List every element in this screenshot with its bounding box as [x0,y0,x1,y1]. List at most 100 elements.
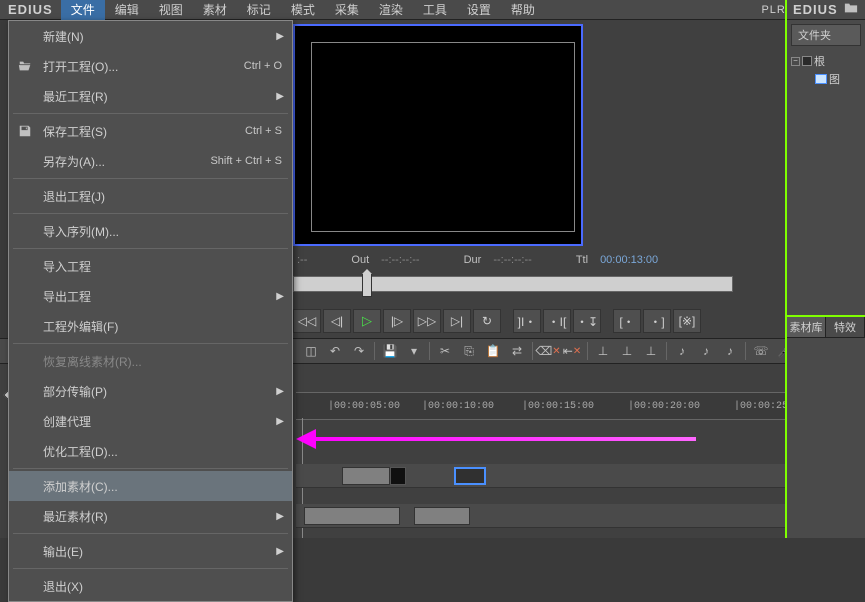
ruler-tick: |00:00:15:00 [522,401,594,412]
preview-panel: :-- Out --:--:--:-- Dur --:--:--:-- Ttl … [293,20,785,338]
menu-marker[interactable]: 标记 [237,0,281,20]
step-forward-button[interactable]: |▷ [383,309,411,333]
folder-tree: − 根 图 [787,46,865,94]
menu-output[interactable]: 输出(E)▶ [9,536,292,566]
menu-export-project[interactable]: 导出工程▶ [9,281,292,311]
menu-render[interactable]: 渲染 [369,0,413,20]
tool-button-1[interactable]: [・ [613,309,641,333]
menu-separator [13,113,288,114]
audio-track-1[interactable] [296,504,865,528]
ripple-button[interactable]: ⇄ [506,341,528,361]
sequence-icon[interactable]: ◫ [300,341,322,361]
menu-create-proxy[interactable]: 创建代理▶ [9,406,292,436]
in-value: :-- [297,254,307,266]
menu-separator [13,213,288,214]
timeline-clip[interactable] [304,507,400,525]
menu-separator [13,248,288,249]
menu-recent-project[interactable]: 最近工程(R)▶ [9,81,292,111]
menu-import-project[interactable]: 导入工程 [9,251,292,281]
menu-recent-clip[interactable]: 最近素材(R)▶ [9,501,292,531]
copy-button[interactable]: ⎘ [458,341,480,361]
menu-separator [13,178,288,179]
menu-external-edit[interactable]: 工程外编辑(F) [9,311,292,341]
menu-import-sequence[interactable]: 导入序列(M)... [9,216,292,246]
tree-child-label: 图 [829,71,840,87]
split-button-3[interactable]: ⊥ [640,341,662,361]
panel-tabs: 素材库 特效 [787,315,865,338]
menu-exit[interactable]: 退出(X) [9,571,292,601]
scrubber-handle[interactable] [362,273,372,297]
menu-tools[interactable]: 工具 [413,0,457,20]
undo-button[interactable]: ↶ [324,341,346,361]
menu-settings[interactable]: 设置 [457,0,501,20]
cut-button[interactable]: ✂ [434,341,456,361]
collapse-icon[interactable]: − [791,57,800,66]
scrubber-track[interactable] [293,276,733,292]
redo-button[interactable]: ↷ [348,341,370,361]
save-button[interactable]: 💾 [379,341,401,361]
tab-effects[interactable]: 特效 [826,317,865,337]
menu-add-clip[interactable]: 添加素材(C)... [9,471,292,501]
menu-edit[interactable]: 编辑 [105,0,149,20]
rewind-button[interactable]: ◁◁ [293,309,321,333]
menu-separator [13,533,288,534]
menu-save-project[interactable]: 保存工程(S)Ctrl + S [9,116,292,146]
timeline-clip[interactable] [342,467,390,485]
menu-help[interactable]: 帮助 [501,0,545,20]
menu-capture[interactable]: 采集 [325,0,369,20]
paste-button[interactable]: 📋 [482,341,504,361]
out-value: --:--:--:-- [381,254,419,266]
forward-button[interactable]: ▷▷ [413,309,441,333]
transport-controls: ◁◁ ◁| ▷ |▷ ▷▷ ▷| ↻ ]I・ ・I[ ・↧ [・ ・] [※] [293,306,785,336]
preview-viewport[interactable] [293,24,583,246]
mark-out-button[interactable]: ・I[ [543,309,571,333]
audio-tool-3[interactable]: ♪ [719,341,741,361]
menu-separator [13,468,288,469]
menu-exit-project[interactable]: 退出工程(J) [9,181,292,211]
output-button[interactable]: ・↧ [573,309,601,333]
menu-view[interactable]: 视图 [149,0,193,20]
mark-in-button[interactable]: ]I・ [513,309,541,333]
step-back-button[interactable]: ◁| [323,309,351,333]
timeline-clip[interactable] [414,507,470,525]
menu-restore-offline: 恢复离线素材(R)... [9,346,292,376]
handset-icon[interactable]: ☏ [750,341,772,361]
file-menu-dropdown: 新建(N)▶ 打开工程(O)...Ctrl + O 最近工程(R)▶ 保存工程(… [8,20,293,602]
menu-mode[interactable]: 模式 [281,0,325,20]
save-icon [17,123,33,139]
tree-child-row[interactable]: 图 [791,70,861,88]
time-readouts: :-- Out --:--:--:-- Dur --:--:--:-- Ttl … [293,254,785,266]
menu-new[interactable]: 新建(N)▶ [9,21,292,51]
menu-open-project[interactable]: 打开工程(O)...Ctrl + O [9,51,292,81]
safe-area-guide [311,42,575,232]
out-label: Out [351,254,369,266]
tool-button-3[interactable]: [※] [673,309,701,333]
tool-button-2[interactable]: ・] [643,309,671,333]
play-button[interactable]: ▷ [353,309,381,333]
tab-bin[interactable]: 素材库 [787,317,826,337]
split-button-1[interactable]: ⊥ [592,341,614,361]
video-track-1[interactable] [296,464,865,488]
menu-save-as[interactable]: 另存为(A)...Shift + Ctrl + S [9,146,292,176]
goto-end-button[interactable]: ▷| [443,309,471,333]
delete-x-button[interactable]: ⌫✕ [537,341,559,361]
timeline-clip-selected[interactable] [454,467,486,485]
menu-separator [13,568,288,569]
timeline-ruler[interactable]: |00:00:05:00 |00:00:10:00 |00:00:15:00 |… [296,392,865,420]
loop-button[interactable]: ↻ [473,309,501,333]
dur-value: --:--:--:-- [493,254,531,266]
delete-gap-button[interactable]: ⇤✕ [561,341,583,361]
audio-tool-1[interactable]: ♪ [671,341,693,361]
menu-file[interactable]: 文件 [61,0,105,20]
tree-root-row[interactable]: − 根 [791,52,861,70]
split-button-2[interactable]: ⊥ [616,341,638,361]
dropdown-icon[interactable]: ▾ [403,341,425,361]
menu-partial-transfer[interactable]: 部分传输(P)▶ [9,376,292,406]
menu-optimize-project[interactable]: 优化工程(D)... [9,436,292,466]
menu-separator [13,343,288,344]
timeline-clip[interactable] [390,467,406,485]
menubar: EDIUS 文件 编辑 视图 素材 标记 模式 采集 渲染 工具 设置 帮助 P… [0,0,865,20]
annotation-arrow [296,434,696,444]
menu-clip[interactable]: 素材 [193,0,237,20]
audio-tool-2[interactable]: ♪ [695,341,717,361]
